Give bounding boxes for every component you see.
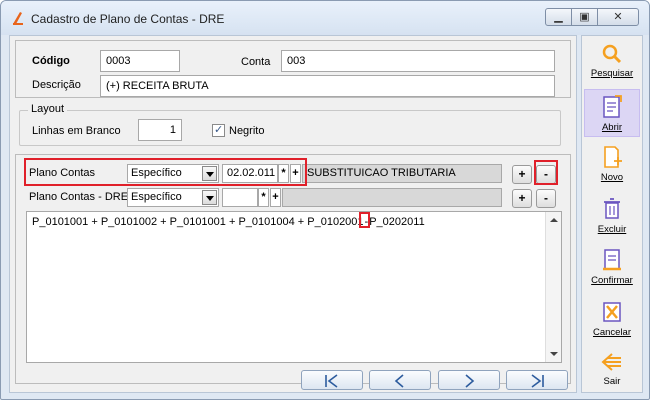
remove-dre-row-button[interactable]: -: [536, 189, 556, 208]
formula-part1: P_0101001 + P_0101002 + P_0101001 + P_01…: [32, 216, 364, 228]
title-bar: Cadastro de Plano de Contas - DRE ▁ ▣ ✕: [1, 1, 649, 35]
codigo-field[interactable]: 0003: [100, 50, 180, 72]
plano-contas-descricao-field: SUBSTITUICAO TRIBUTARIA: [302, 164, 502, 183]
close-icon: ✕: [613, 11, 623, 23]
close-button[interactable]: ✕: [597, 8, 639, 26]
novo-button[interactable]: Novo: [584, 140, 640, 188]
formula-scrollbar[interactable]: [545, 212, 561, 362]
app-logo-icon: [13, 12, 23, 25]
maximize-button[interactable]: ▣: [571, 8, 598, 26]
scroll-down-icon[interactable]: [550, 352, 558, 356]
search-icon: [602, 44, 622, 64]
confirmar-button[interactable]: Confirmar: [584, 243, 640, 291]
highlight-formula-operator: [359, 212, 370, 228]
conta-label: Conta: [241, 56, 271, 68]
main-window: Cadastro de Plano de Contas - DRE ▁ ▣ ✕ …: [0, 0, 650, 400]
add-dre-row-button[interactable]: +: [512, 189, 532, 208]
pesquisar-button[interactable]: Pesquisar: [584, 38, 640, 86]
action-toolbar: Pesquisar Abrir Novo Excluir Confirmar C…: [581, 35, 643, 393]
formula-part2: P_0202011: [369, 216, 425, 228]
cancel-icon: [603, 302, 621, 322]
previous-record-button[interactable]: [369, 370, 431, 390]
codigo-label: Código: [32, 55, 70, 67]
minimize-button[interactable]: ▁: [545, 8, 572, 26]
last-record-button[interactable]: [506, 370, 568, 390]
sair-button[interactable]: Sair: [584, 346, 640, 394]
add-row-button[interactable]: +: [512, 165, 532, 184]
plano-contas-dre-search-button[interactable]: *: [258, 188, 269, 207]
excluir-label: Excluir: [597, 224, 627, 235]
header-panel: Código 0003 Conta 003 Descrição (+) RECE…: [15, 40, 571, 98]
highlight-plano-contas: [24, 158, 307, 186]
abrir-label: Abrir: [601, 122, 623, 133]
conta-field[interactable]: 003: [281, 50, 555, 72]
pesquisar-label: Pesquisar: [590, 68, 634, 79]
window-title: Cadastro de Plano de Contas - DRE: [31, 12, 225, 26]
first-record-icon: [325, 374, 338, 388]
open-document-icon: [603, 95, 622, 118]
minimize-icon: ▁: [554, 11, 563, 23]
descricao-field[interactable]: (+) RECEITA BRUTA: [100, 75, 555, 97]
confirmar-label: Confirmar: [591, 275, 633, 286]
form-area: Código 0003 Conta 003 Descrição (+) RECE…: [9, 35, 577, 393]
cancelar-button[interactable]: Cancelar: [584, 295, 640, 343]
exit-arrow-icon: [601, 353, 621, 371]
plano-contas-dre-add-button[interactable]: +: [270, 188, 281, 207]
maximize-icon: ▣: [579, 11, 590, 23]
highlight-remove-button: [534, 160, 558, 185]
cancelar-label: Cancelar: [592, 327, 632, 338]
negrito-label: Negrito: [229, 125, 265, 137]
next-record-icon: [465, 374, 475, 388]
first-record-button[interactable]: [301, 370, 363, 390]
plano-contas-dre-tipo-select[interactable]: Específico: [127, 188, 219, 207]
layout-group: Layout Linhas em Branco 1 Negrito: [19, 103, 561, 146]
excluir-button[interactable]: Excluir: [584, 192, 640, 240]
plano-contas-panel: Plano Contas Específico 02.02.011 * + SU…: [15, 154, 571, 384]
previous-record-icon: [394, 374, 404, 388]
plano-contas-dre-descricao-field: [282, 188, 502, 207]
descricao-label: Descrição: [32, 79, 81, 91]
next-record-button[interactable]: [438, 370, 500, 390]
last-record-icon: [531, 374, 544, 388]
linhas-em-branco-field[interactable]: 1: [138, 119, 182, 141]
plano-contas-dre-codigo-field[interactable]: [222, 188, 258, 207]
plano-contas-dre-label: Plano Contas - DRE: [29, 191, 129, 203]
negrito-checkbox[interactable]: [212, 123, 225, 137]
confirm-document-icon: [603, 249, 621, 271]
trash-icon: [604, 198, 620, 219]
new-document-icon: [604, 146, 622, 168]
formula-memo[interactable]: P_0101001 + P_0101002 + P_0101001 + P_01…: [26, 211, 562, 363]
scroll-up-icon[interactable]: [550, 218, 558, 222]
plano-contas-dre-tipo-value: Específico: [131, 191, 182, 203]
sair-label: Sair: [603, 376, 621, 387]
linhas-em-branco-label: Linhas em Branco: [32, 125, 121, 137]
chevron-down-icon[interactable]: [202, 190, 217, 205]
layout-group-title: Layout: [28, 103, 68, 115]
novo-label: Novo: [600, 172, 624, 183]
abrir-button[interactable]: Abrir: [584, 89, 640, 137]
